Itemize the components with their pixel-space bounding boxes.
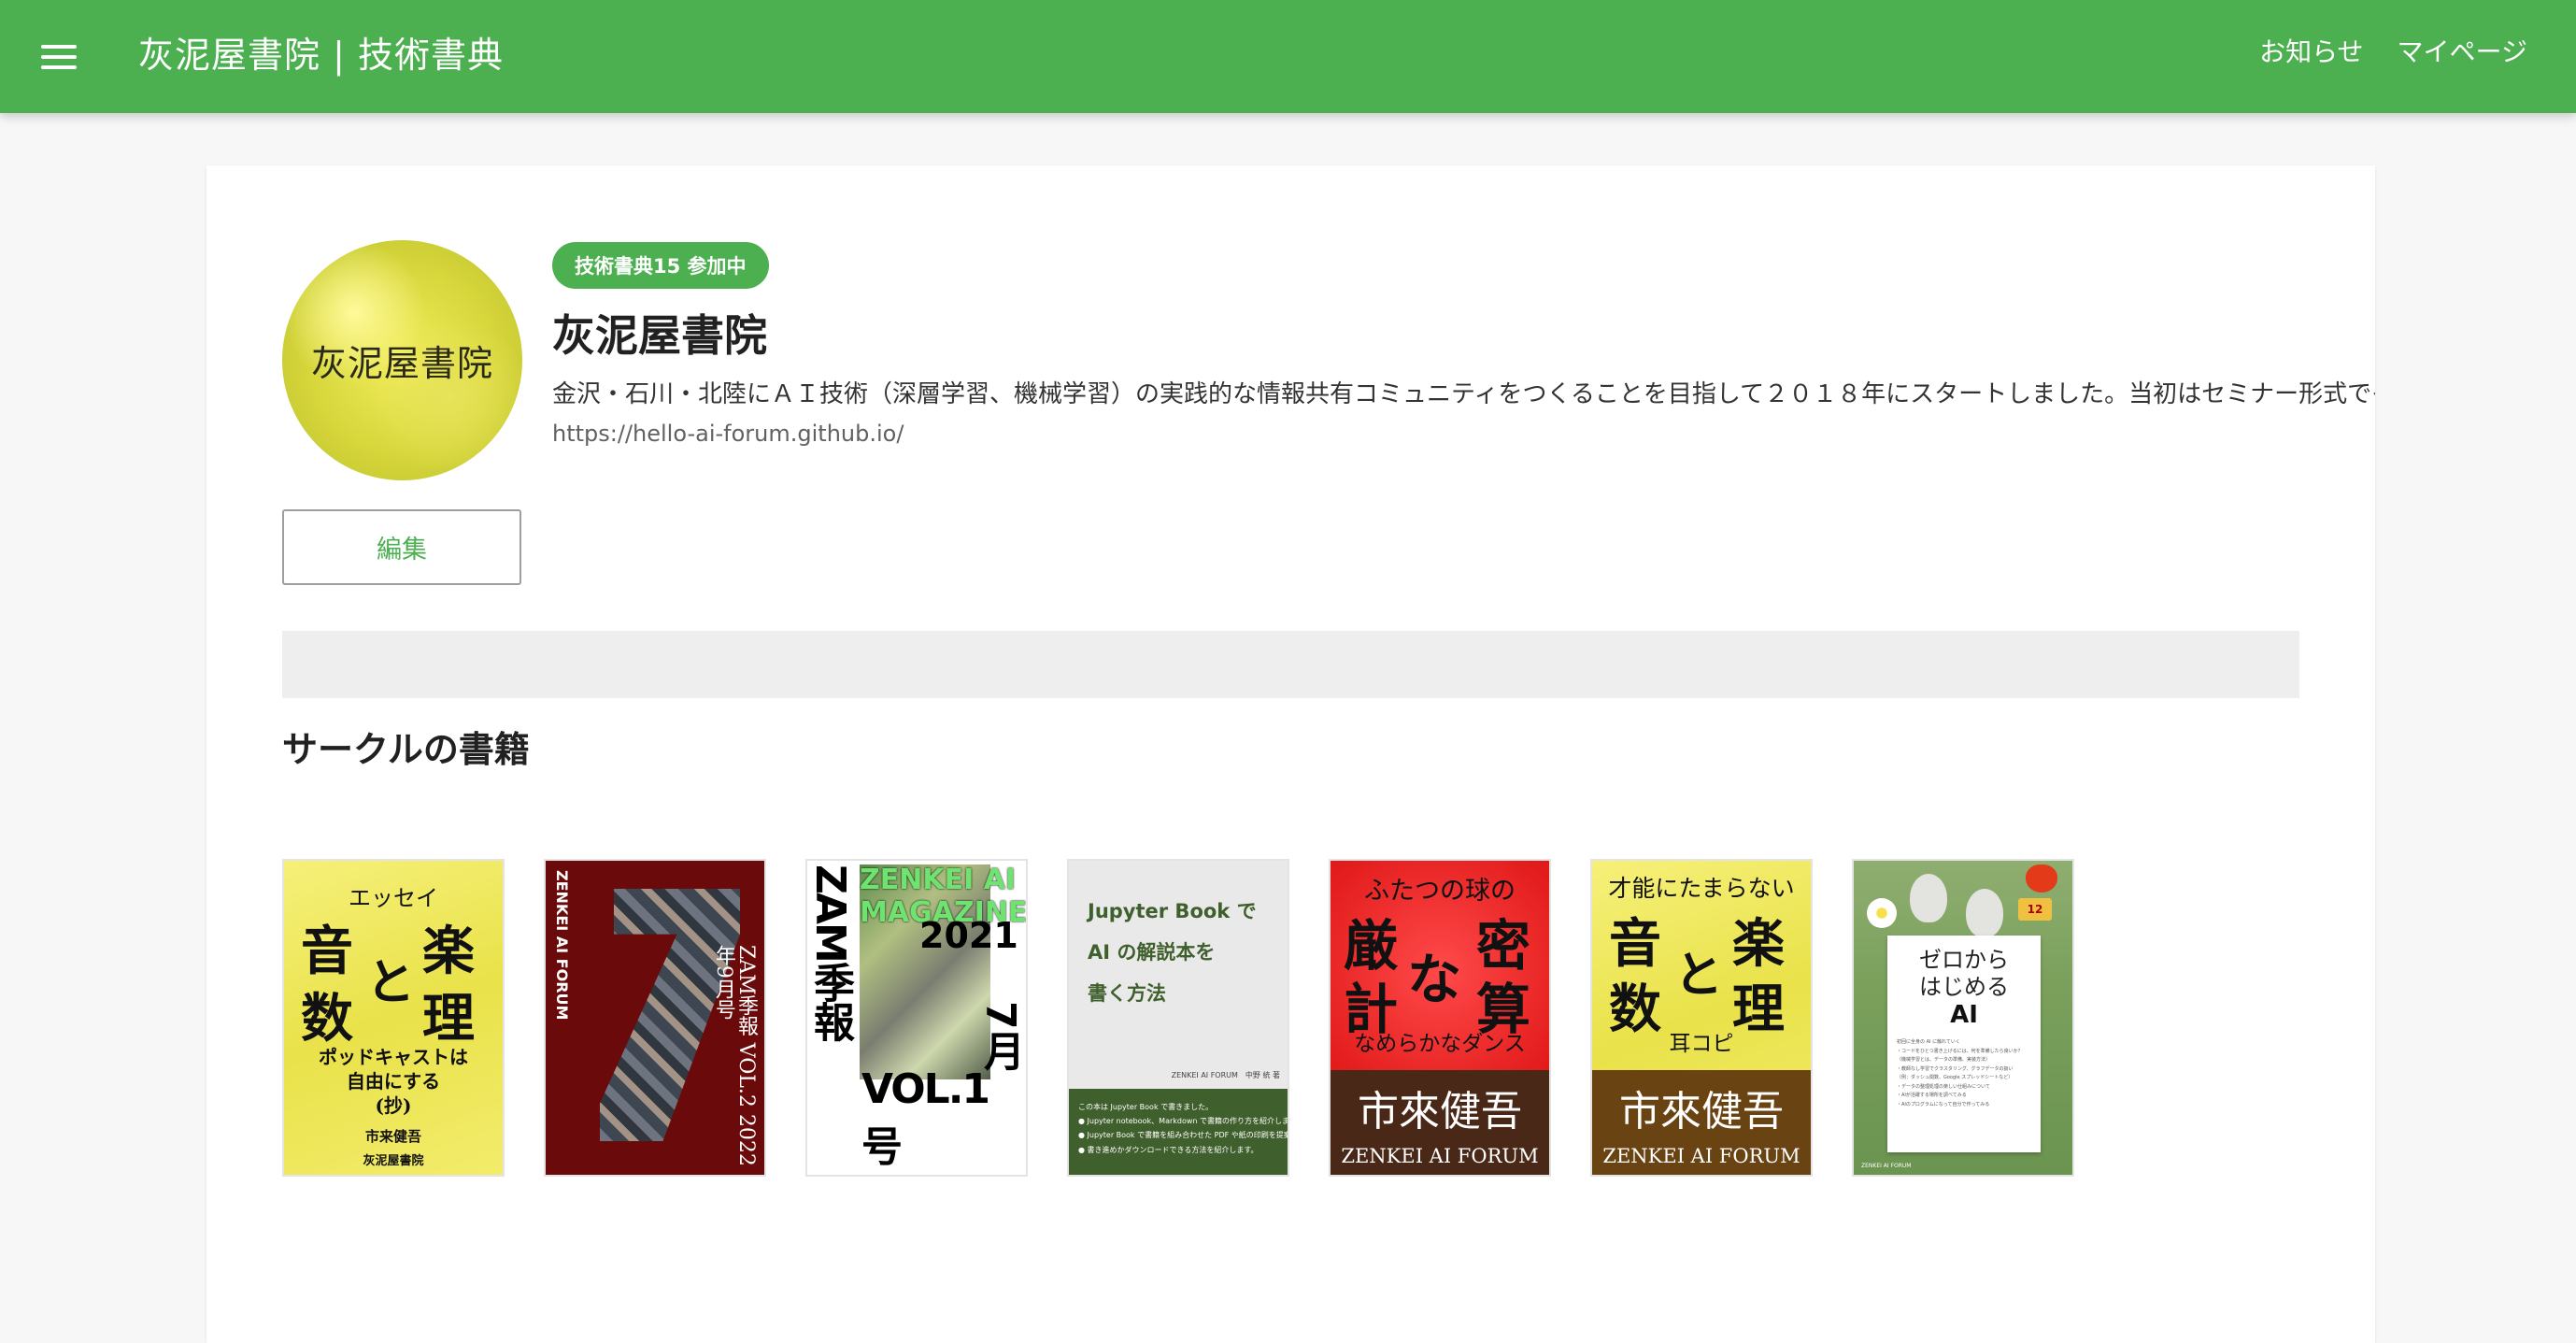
circle-card: 灰泥屋書院 技術書典15 参加中 灰泥屋書院 金沢・石川・北陸にＡＩ技術（深層学… [206,165,2375,1343]
book-cover-zam-vol2[interactable]: ZENKEI AI FORUM ZAM季報 VOL.2 2022年9月号 [544,859,766,1177]
section-title: サークルの書籍 [282,729,530,770]
book-cover-paper: ゼロから はじめる AI 初回に全身の AI に触れていく ・コードをひとつ書き… [1887,936,2041,1152]
book-text: （例：ダッシュ関数、Google スプレッドシートなど） [1897,1075,2014,1080]
book-cover-zero-kara-ai[interactable]: 12 ゼロから はじめる AI 初回に全身の AI に触れていく ・コードをひと… [1852,859,2074,1177]
book-text: 耳コピ [1669,1032,1734,1056]
book-text: ・コードをひとつ書き上げるには、何を準備したら良いか？ [1897,1048,2023,1054]
book-text: ZENKEI AI FORUM [552,870,571,1021]
book-text: エッセイ [349,885,438,911]
book-text: 自由にする [346,1070,441,1093]
apple-icon [2026,864,2057,893]
book-text: ・データの整理処理の楽しい仕組みについて [1897,1083,1990,1090]
book-text: 灰泥屋書院 [363,1154,424,1168]
book-text: ・AIが活躍する場所を調べてみる [1897,1093,1967,1098]
book-text: ゼロから [1919,947,2009,973]
book-cover-footer: この本は Jupyter Book で書きました。 ● Jupyter note… [1069,1089,1288,1175]
book-cover-band: 市來健吾 ZENKEI AI FORUM [1592,1070,1811,1175]
book-cover-jupyter-book[interactable]: Jupyter Book で AI の解説本を 書く方法 ZENKEI AI F… [1067,859,1289,1177]
app-title[interactable]: 灰泥屋書院 | 技術書典 [138,26,504,78]
edit-button[interactable]: 編集 [282,509,521,585]
book-text: 市來健吾 [1358,1088,1522,1136]
book-text: はじめる [1919,973,2009,1000]
top-app-bar: 灰泥屋書院 | 技術書典 お知らせ マイページ [0,0,2576,113]
issue-badge: 12 [2018,898,2052,921]
book-text: 才能にたまらない [1608,875,1795,902]
nav-mypage[interactable]: マイページ [2398,32,2527,69]
book-text: ● Jupyter Book で書籍を組み合わせた PDF や紙の印刷を提案しま… [1078,1131,1288,1140]
book-cover-band: 市來健吾 ZENKEI AI FORUM [1331,1070,1549,1175]
book-text: 書く方法 [1088,982,1166,1005]
book-cover-mimikopi[interactable]: 才能にたまらない 音 楽 と 数 理 耳コピ 市來健吾 ZENKEI AI FO… [1590,859,1813,1177]
book-text: この本は Jupyter Book で書きました。 [1078,1103,1214,1111]
nav-notifications[interactable]: お知らせ [2259,32,2363,69]
book-text: 市來健吾 [1619,1088,1784,1136]
top-nav: お知らせ マイページ [2259,32,2527,69]
book-text: 2021 [919,915,1018,956]
book-list: エッセイ 音 楽 と 数 理 ポッドキャストは 自由にする (抄) 市来健吾 灰… [282,859,2074,1177]
book-text: 12 [2027,903,2043,916]
robot-icon [1966,889,2003,937]
book-text: ・教師なし学習でクラスタリング、グラフデータの扱い [1897,1065,2014,1072]
book-text: と [1674,947,1724,1004]
book-text: ● 書き進めかダウンロードできる方法を紹介します。 [1078,1145,1259,1154]
book-text: (抄) [375,1094,412,1117]
book-text: ・AIのプログラムになって自分で作ってみる [1897,1101,1990,1107]
book-text: 音 [301,921,353,982]
book-text: Jupyter Book で [1088,900,1257,922]
book-text: ● Jupyter notebook、Markdown で書籍の作り方を紹介しま… [1078,1117,1289,1126]
book-text: ZAM季報 VOL.2 2022年9月号 [711,945,758,1166]
book-text: ZENKEI AI FORUM [1341,1145,1539,1167]
menu-icon[interactable] [41,35,86,79]
book-text: ZENKEI AI FORUM 中野 統 著 [1171,1071,1280,1079]
book-text: 市来健吾 [364,1128,421,1145]
book-text: AI [1950,1001,1978,1029]
book-text: （機械学習とは、データの準備、実装方法） [1897,1057,1991,1063]
book-text: な [1407,948,1462,1011]
section-divider [282,631,2299,698]
circle-url-link[interactable]: https://hello-ai-forum.github.io/ [552,421,904,447]
book-text: ポッドキャストは [319,1046,468,1068]
circle-avatar: 灰泥屋書院 [282,240,522,480]
avatar-text: 灰泥屋書院 [310,343,493,384]
book-text-block: 初回に全身の AI に触れていく ・コードをひとつ書き上げるには、何を準備したら… [1897,1038,2033,1109]
book-text: 初回に全身の AI に触れていく [1897,1039,1960,1045]
book-cover-essay-ongaku-suri[interactable]: エッセイ 音 楽 と 数 理 ポッドキャストは 自由にする (抄) 市来健吾 灰… [282,859,505,1177]
book-cover-zam-vol1[interactable]: ZAM季報 ZENKEI AI MAGAZINE 2021 7月 VOL.1号 [805,859,1028,1177]
book-text: 7月 [976,1001,1024,1071]
book-text: AI の解説本を [1088,941,1216,964]
circle-description: 金沢・石川・北陸にＡＩ技術（深層学習、機械学習）の実践的な情報共有コミュニティを… [552,380,2375,408]
participation-badge: 技術書典15 参加中 [552,242,769,289]
book-text: ZAM季報 [806,864,854,1040]
book-text: ZENKEI AI FORUM [1602,1145,1800,1167]
book-text: ZENKEI AI FORUM [1861,1163,1912,1169]
book-text: 音 [1609,913,1661,975]
book-text: 数 [301,988,353,1050]
book-text: VOL.1号 [861,1065,990,1171]
book-text: なめらかなダンス [1354,1032,1526,1056]
book-text: 楽 [422,921,475,982]
book-text: と [366,954,416,1011]
book-text: 楽 [1732,913,1785,975]
circle-name: 灰泥屋書院 [552,310,767,361]
flower-icon [1867,898,1897,928]
book-text: 理 [422,988,475,1050]
book-cover-futatsu-no-kyu[interactable]: ふたつの球の 厳 密 な 計 算 なめらかなダンス 市來健吾 ZENKEI AI… [1329,859,1551,1177]
book-text: ゼロから はじめる [1887,947,2041,1001]
rabbit-icon [1910,874,1947,922]
